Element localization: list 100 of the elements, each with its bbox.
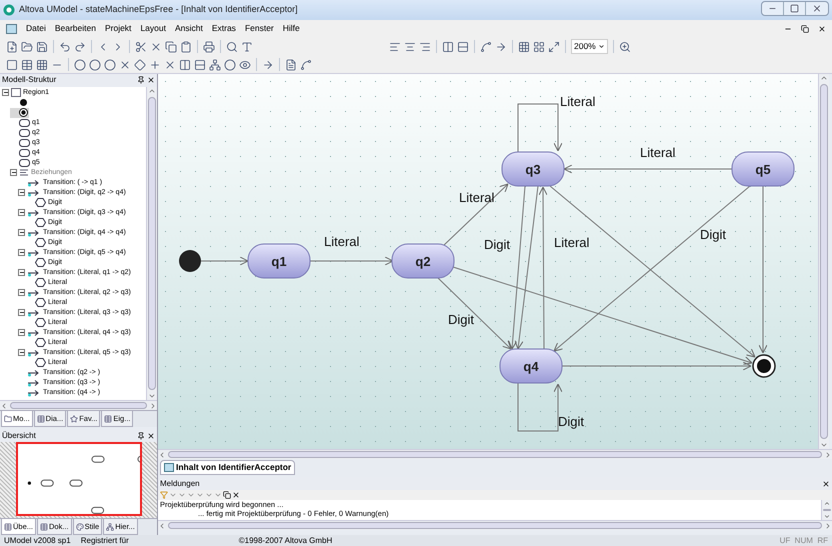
zoom-dropdown[interactable]: 200% [571,39,608,54]
scroll-left-icon[interactable] [0,402,8,410]
final-state[interactable] [752,354,776,378]
state-node[interactable]: q4 [500,348,562,384]
collapse-icon[interactable] [18,349,25,356]
zoom-icon[interactable] [618,40,631,52]
scroll-right-icon[interactable] [824,450,832,458]
collapse-icon[interactable] [18,249,25,256]
collapse-icon[interactable] [10,169,17,176]
diagram-tab[interactable]: Inhalt von IdentifierAcceptor [160,460,296,475]
transition-icon [27,348,41,357]
collapse-icon[interactable] [18,309,25,316]
scroll-up-icon[interactable] [823,500,831,507]
save-icon[interactable] [36,40,48,52]
class-shape-icon[interactable] [6,58,18,70]
clear-icon[interactable] [232,491,240,499]
print-icon[interactable] [203,40,215,52]
document-icon [6,24,17,34]
note-icon[interactable] [285,58,297,70]
align-left-icon[interactable] [389,40,401,52]
collapse-icon[interactable] [18,229,25,236]
collapse-icon[interactable] [18,269,25,276]
copy-icon[interactable] [223,491,231,499]
network-icon[interactable] [209,58,221,70]
junction-icon[interactable] [149,58,161,70]
trigger-icon [35,338,46,348]
close-document-icon[interactable] [818,24,826,32]
collapse-icon[interactable] [2,89,9,96]
collapse-icon[interactable] [18,189,25,196]
menu-item[interactable]: Bearbeiten [54,22,96,35]
scroll-right-icon[interactable] [149,402,157,410]
cross-icon[interactable] [164,58,176,70]
horizontal-scrollbar[interactable] [158,520,832,530]
pin-icon[interactable] [137,432,145,440]
collapse-icon[interactable] [18,289,25,296]
vertical-scrollbar[interactable] [818,74,829,449]
menu-item[interactable]: Projekt [104,22,132,35]
copy-icon[interactable] [165,40,177,52]
circle-icon[interactable] [104,58,116,70]
choice-icon[interactable] [134,58,146,70]
horizontal-scrollbar[interactable] [158,449,832,459]
font-icon[interactable] [241,40,253,52]
close-icon[interactable] [147,432,155,440]
menu-item[interactable]: Extras [212,22,236,35]
paste-icon[interactable] [180,40,192,52]
curve-icon[interactable] [480,40,492,52]
delete-icon[interactable] [150,40,162,52]
undo-icon[interactable] [59,40,71,52]
trigger-icon [35,358,46,368]
layout-icon[interactable] [533,40,545,52]
transition-tool-icon[interactable] [262,58,274,70]
overview-drawing[interactable] [16,442,142,516]
close-icon[interactable] [147,76,155,84]
menu-item[interactable]: Datei [26,22,46,35]
state-node[interactable]: q1 [248,244,310,278]
vertical-scrollbar[interactable] [146,86,157,400]
pin-icon[interactable] [137,76,145,84]
state-icon [19,138,30,147]
columns-icon[interactable] [442,40,454,52]
menu-item[interactable]: Hilfe [282,22,300,35]
new-file-icon[interactable] [6,40,18,52]
close-icon[interactable] [822,480,830,488]
menu-item[interactable]: Ansicht [174,22,203,35]
scroll-right-icon[interactable] [824,522,832,530]
transition-label: Digit [558,414,584,429]
grid-icon[interactable] [518,40,530,52]
rows-icon[interactable] [457,40,469,52]
open-folder-icon[interactable] [21,40,33,52]
trigger-icon [35,258,46,268]
state-node[interactable]: q3 [502,152,564,186]
menu-item[interactable]: Fenster [244,22,274,35]
state-node[interactable]: q5 [732,152,794,186]
fit-icon[interactable] [548,40,560,52]
menu-item[interactable]: Layout [140,22,166,35]
redo-icon[interactable] [74,40,86,52]
filter-icon[interactable] [160,491,168,499]
grid-icon[interactable] [36,58,48,70]
view-icon[interactable] [239,58,251,70]
vertical-scrollbar[interactable] [821,500,832,520]
scroll-left-icon[interactable] [158,522,166,530]
cut-icon[interactable] [135,40,147,52]
collapse-icon[interactable] [18,329,25,336]
restore-document-icon[interactable] [801,24,809,32]
align-right-icon[interactable] [419,40,431,52]
scroll-down-icon[interactable] [823,513,831,520]
collapse-icon[interactable] [18,209,25,216]
tree-item[interactable] [10,108,29,118]
window-title: Altova UModel - stateMachineEpsFree - [Inhalt von IdentifierAcceptor] [19,3,298,16]
scroll-up-icon[interactable] [820,74,828,82]
search-icon[interactable] [226,40,238,52]
state-node[interactable]: q2 [392,244,454,278]
line-icon[interactable] [495,40,507,52]
align-center-icon[interactable] [404,40,416,52]
horizontal-scrollbar[interactable] [0,400,157,410]
scroll-left-icon[interactable] [158,450,166,458]
initial-state[interactable] [179,250,201,272]
note-link-icon[interactable] [300,58,312,70]
scroll-down-icon[interactable] [820,441,828,449]
transition-label: Literal [554,235,590,250]
state-icon [19,128,30,137]
